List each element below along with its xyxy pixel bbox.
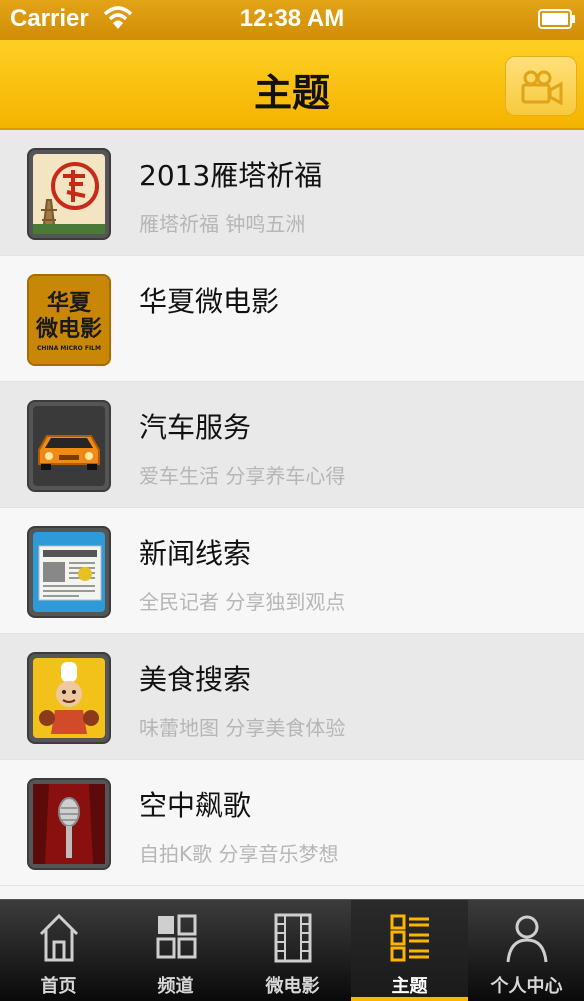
item-title: 华夏微电影 [139, 285, 280, 318]
video-camera-icon [521, 70, 563, 105]
battery-icon [538, 9, 575, 29]
list-item[interactable]: 美食搜索 味蕾地图 分享美食体验 [0, 634, 584, 760]
tab-micro-film[interactable]: 微电影 [234, 900, 351, 1001]
page-title: 主题 [253, 71, 330, 115]
status-bar: Carrier 12:38 AM [0, 0, 584, 40]
tab-label: 微电影 [265, 976, 320, 997]
list-item[interactable]: 华夏 微电影 CHINA MICRO FILM 华夏微电影 [0, 256, 584, 382]
topic-list: 2013雁塔祈福 雁塔祈福 钟鸣五洲 华夏 微电影 CHINA MICRO FI… [0, 130, 584, 886]
tab-bar: 首页 频道 微电影 主题 个人中心 [0, 899, 584, 1001]
micro-film-logo-icon: 华夏 微电影 CHINA MICRO FILM [27, 274, 111, 366]
logo-line-3: CHINA MICRO FILM [37, 345, 101, 352]
item-title: 美食搜索 [139, 663, 252, 696]
list-item[interactable]: 2013雁塔祈福 雁塔祈福 钟鸣五洲 [0, 130, 584, 256]
list-item[interactable]: 空中飙歌 自拍K歌 分享音乐梦想 [0, 760, 584, 886]
item-subtitle: 自拍K歌 分享音乐梦想 [139, 842, 339, 866]
newspaper-icon [27, 526, 111, 618]
logo-line-2: 微电影 [35, 316, 102, 342]
person-icon [506, 915, 548, 963]
car-icon [27, 400, 111, 492]
item-title: 新闻线索 [139, 537, 252, 570]
tab-channels[interactable]: 频道 [117, 900, 234, 1001]
tab-label: 个人中心 [490, 976, 563, 997]
clock: 12:38 AM [239, 5, 345, 32]
tab-label: 首页 [40, 976, 77, 997]
tab-home[interactable]: 首页 [0, 900, 117, 1001]
list-item[interactable]: 汽车服务 爱车生活 分享养车心得 [0, 382, 584, 508]
tab-topics[interactable]: 主题 [351, 900, 468, 1001]
item-subtitle: 味蕾地图 分享美食体验 [139, 716, 346, 740]
microphone-icon [27, 778, 111, 870]
tab-label: 主题 [391, 976, 428, 997]
home-icon [39, 913, 79, 962]
item-title: 2013雁塔祈福 [139, 159, 323, 192]
nav-bar: 主题 [0, 40, 584, 130]
video-camera-button[interactable] [505, 56, 577, 116]
chef-icon [27, 652, 111, 744]
tab-profile[interactable]: 个人中心 [468, 900, 584, 1001]
item-subtitle: 全民记者 分享独到观点 [139, 590, 346, 614]
item-subtitle: 爱车生活 分享养车心得 [139, 464, 346, 488]
logo-line-1: 华夏 [47, 290, 92, 316]
list-icon [390, 914, 429, 962]
item-title: 空中飙歌 [139, 789, 252, 822]
item-title: 汽车服务 [139, 411, 252, 444]
grid-icon [156, 914, 197, 959]
item-subtitle: 雁塔祈福 钟鸣五洲 [139, 212, 306, 236]
film-icon [274, 913, 312, 963]
tab-label: 频道 [157, 976, 194, 997]
pagoda-blessing-icon [27, 148, 111, 240]
list-item[interactable]: 新闻线索 全民记者 分享独到观点 [0, 508, 584, 634]
